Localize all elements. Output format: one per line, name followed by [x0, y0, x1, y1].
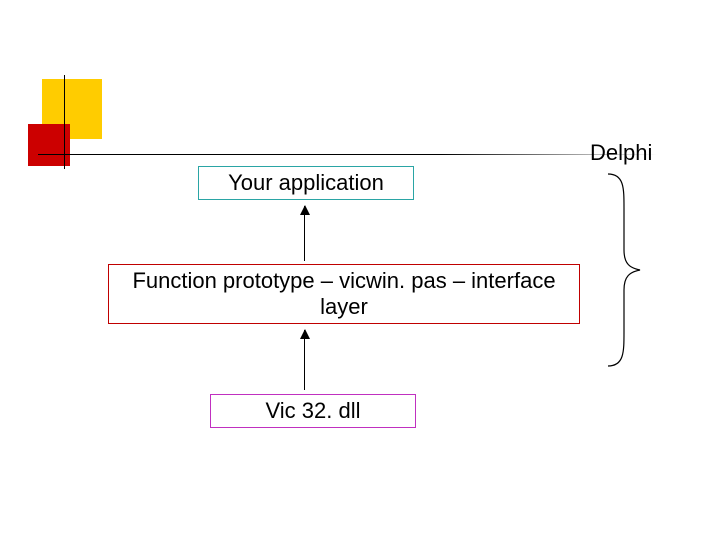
box-interface-layer: Function prototype – vicwin. pas – inter…: [108, 264, 580, 324]
arrow-dll-to-interface: [304, 330, 305, 390]
box-interface-layer-text: Function prototype – vicwin. pas – inter…: [115, 268, 573, 320]
label-delphi: Delphi: [590, 140, 652, 166]
box-dll-text: Vic 32. dll: [266, 398, 361, 424]
arrow-interface-to-app: [304, 206, 305, 261]
curly-brace-icon: [600, 172, 644, 368]
diagram-canvas: Delphi Your application Function prototy…: [0, 0, 720, 540]
box-your-application-text: Your application: [228, 170, 384, 196]
header-horizontal-rule: [38, 154, 658, 155]
header-vertical-rule: [64, 75, 65, 169]
box-your-application: Your application: [198, 166, 414, 200]
box-dll: Vic 32. dll: [210, 394, 416, 428]
